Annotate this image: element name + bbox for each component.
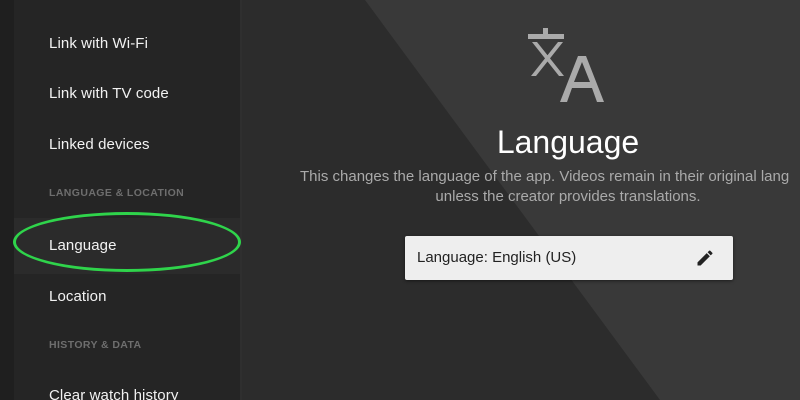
sidebar-item-linked-devices[interactable]: Linked devices	[49, 136, 150, 153]
annotation-green-ellipse	[13, 212, 241, 272]
sidebar-item-link-with-tv-code[interactable]: Link with TV code	[49, 85, 169, 102]
language-selector-button[interactable]: Language: English (US)	[405, 236, 733, 280]
sidebar-item-clear-watch-history[interactable]: Clear watch history	[49, 387, 178, 400]
pencil-edit-icon	[697, 250, 713, 266]
translate-icon	[528, 28, 604, 102]
page-title: Language	[496, 124, 640, 160]
sidebar-item-link-with-wifi[interactable]: Link with Wi-Fi	[49, 35, 148, 52]
section-header-history-data: HISTORY & DATA	[49, 339, 142, 351]
page-description-line-1: This changes the language of the app. Vi…	[300, 168, 790, 185]
sidebar-divider	[240, 0, 242, 400]
language-selector-label: Language: English (US)	[417, 249, 577, 266]
section-header-language-location: LANGUAGE & LOCATION	[49, 187, 185, 199]
sidebar-edge	[0, 0, 14, 400]
page-description-line-2: unless the creator provides translations…	[435, 188, 701, 205]
sidebar-item-location[interactable]: Location	[49, 288, 107, 305]
